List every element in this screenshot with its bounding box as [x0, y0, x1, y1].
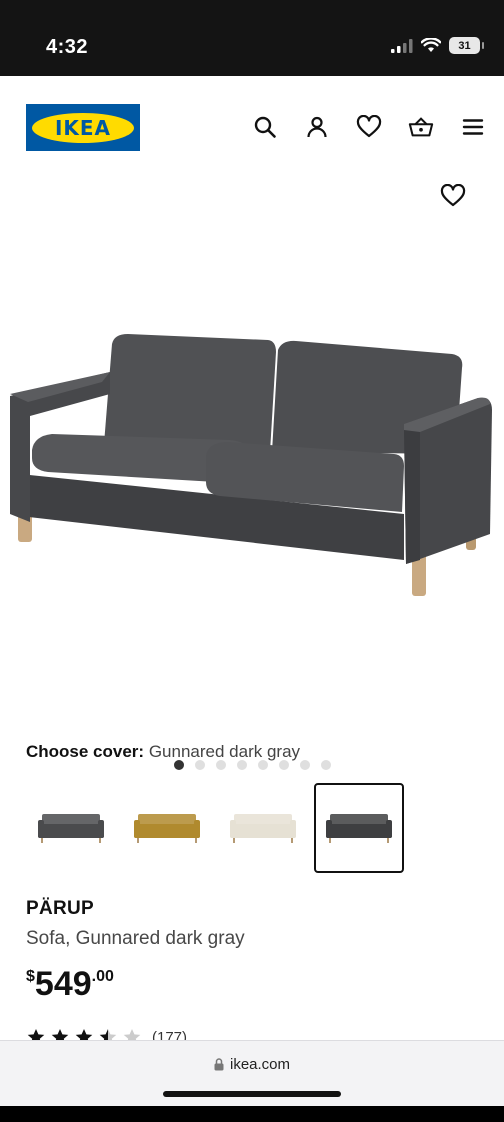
status-icons: 31	[391, 37, 484, 54]
star-icon	[123, 1029, 141, 1040]
basket-icon[interactable]	[408, 114, 434, 140]
url-display[interactable]: ikea.com	[0, 1056, 504, 1073]
price-decimal: .00	[91, 968, 114, 985]
cover-label: Choose cover:	[26, 742, 145, 761]
favorites-heart-icon[interactable]	[356, 114, 382, 140]
wifi-icon	[421, 38, 441, 52]
bottom-edge	[0, 1106, 504, 1122]
carousel-dot[interactable]	[320, 760, 331, 770]
logo-text: IKEA	[54, 115, 112, 140]
cover-selector-label: Choose cover: Gunnared dark gray	[26, 742, 300, 762]
price-integer: 549	[34, 965, 92, 1003]
review-count[interactable]: (177)	[152, 1029, 187, 1041]
swatch-gunnared-dark-gray[interactable]	[314, 783, 404, 873]
sofa-image[interactable]	[0, 244, 504, 644]
product-hero	[0, 174, 504, 770]
product-name: PÄRUP	[26, 898, 95, 919]
home-indicator[interactable]	[163, 1091, 341, 1097]
header-actions	[252, 114, 486, 140]
swatch-dark-gray[interactable]	[26, 783, 116, 873]
star-icon	[27, 1029, 45, 1040]
mini-sofa-icon	[230, 814, 296, 843]
mini-sofa-icon	[38, 814, 104, 843]
product-page: IKEA Choose cover: Gunnared dark gray PÄ…	[0, 76, 504, 1040]
cover-value: Gunnared dark gray	[148, 742, 301, 761]
swatch-beige[interactable]	[218, 783, 308, 873]
signal-icon	[391, 38, 413, 53]
mini-sofa-icon	[326, 814, 392, 843]
star-icon	[99, 1029, 117, 1040]
product-price: $ 549 .00	[26, 964, 114, 1004]
star-icon	[51, 1029, 69, 1040]
account-icon[interactable]	[304, 114, 330, 140]
lock-icon	[214, 1058, 224, 1071]
search-icon[interactable]	[252, 114, 278, 140]
price-currency: $	[26, 968, 35, 985]
url-text: ikea.com	[229, 1056, 291, 1073]
battery-indicator: 31	[449, 37, 484, 54]
cover-swatches	[26, 783, 404, 873]
menu-icon[interactable]	[460, 114, 486, 140]
product-description: Sofa, Gunnared dark gray	[26, 928, 245, 949]
logo-oval: IKEA	[32, 112, 134, 143]
add-to-favorites-heart-icon[interactable]	[440, 183, 466, 213]
swatch-golden-yellow[interactable]	[122, 783, 212, 873]
status-time: 4:32	[46, 36, 89, 58]
status-bar: 4:32 31	[0, 0, 504, 76]
site-header: IKEA	[0, 76, 504, 176]
ikea-logo[interactable]: IKEA	[26, 104, 140, 151]
product-rating[interactable]: (177)	[26, 1028, 187, 1040]
mini-sofa-icon	[134, 814, 200, 843]
browser-url-bar[interactable]: ikea.com	[0, 1040, 504, 1106]
star-icon	[75, 1029, 93, 1040]
carousel-dot[interactable]	[299, 760, 310, 770]
